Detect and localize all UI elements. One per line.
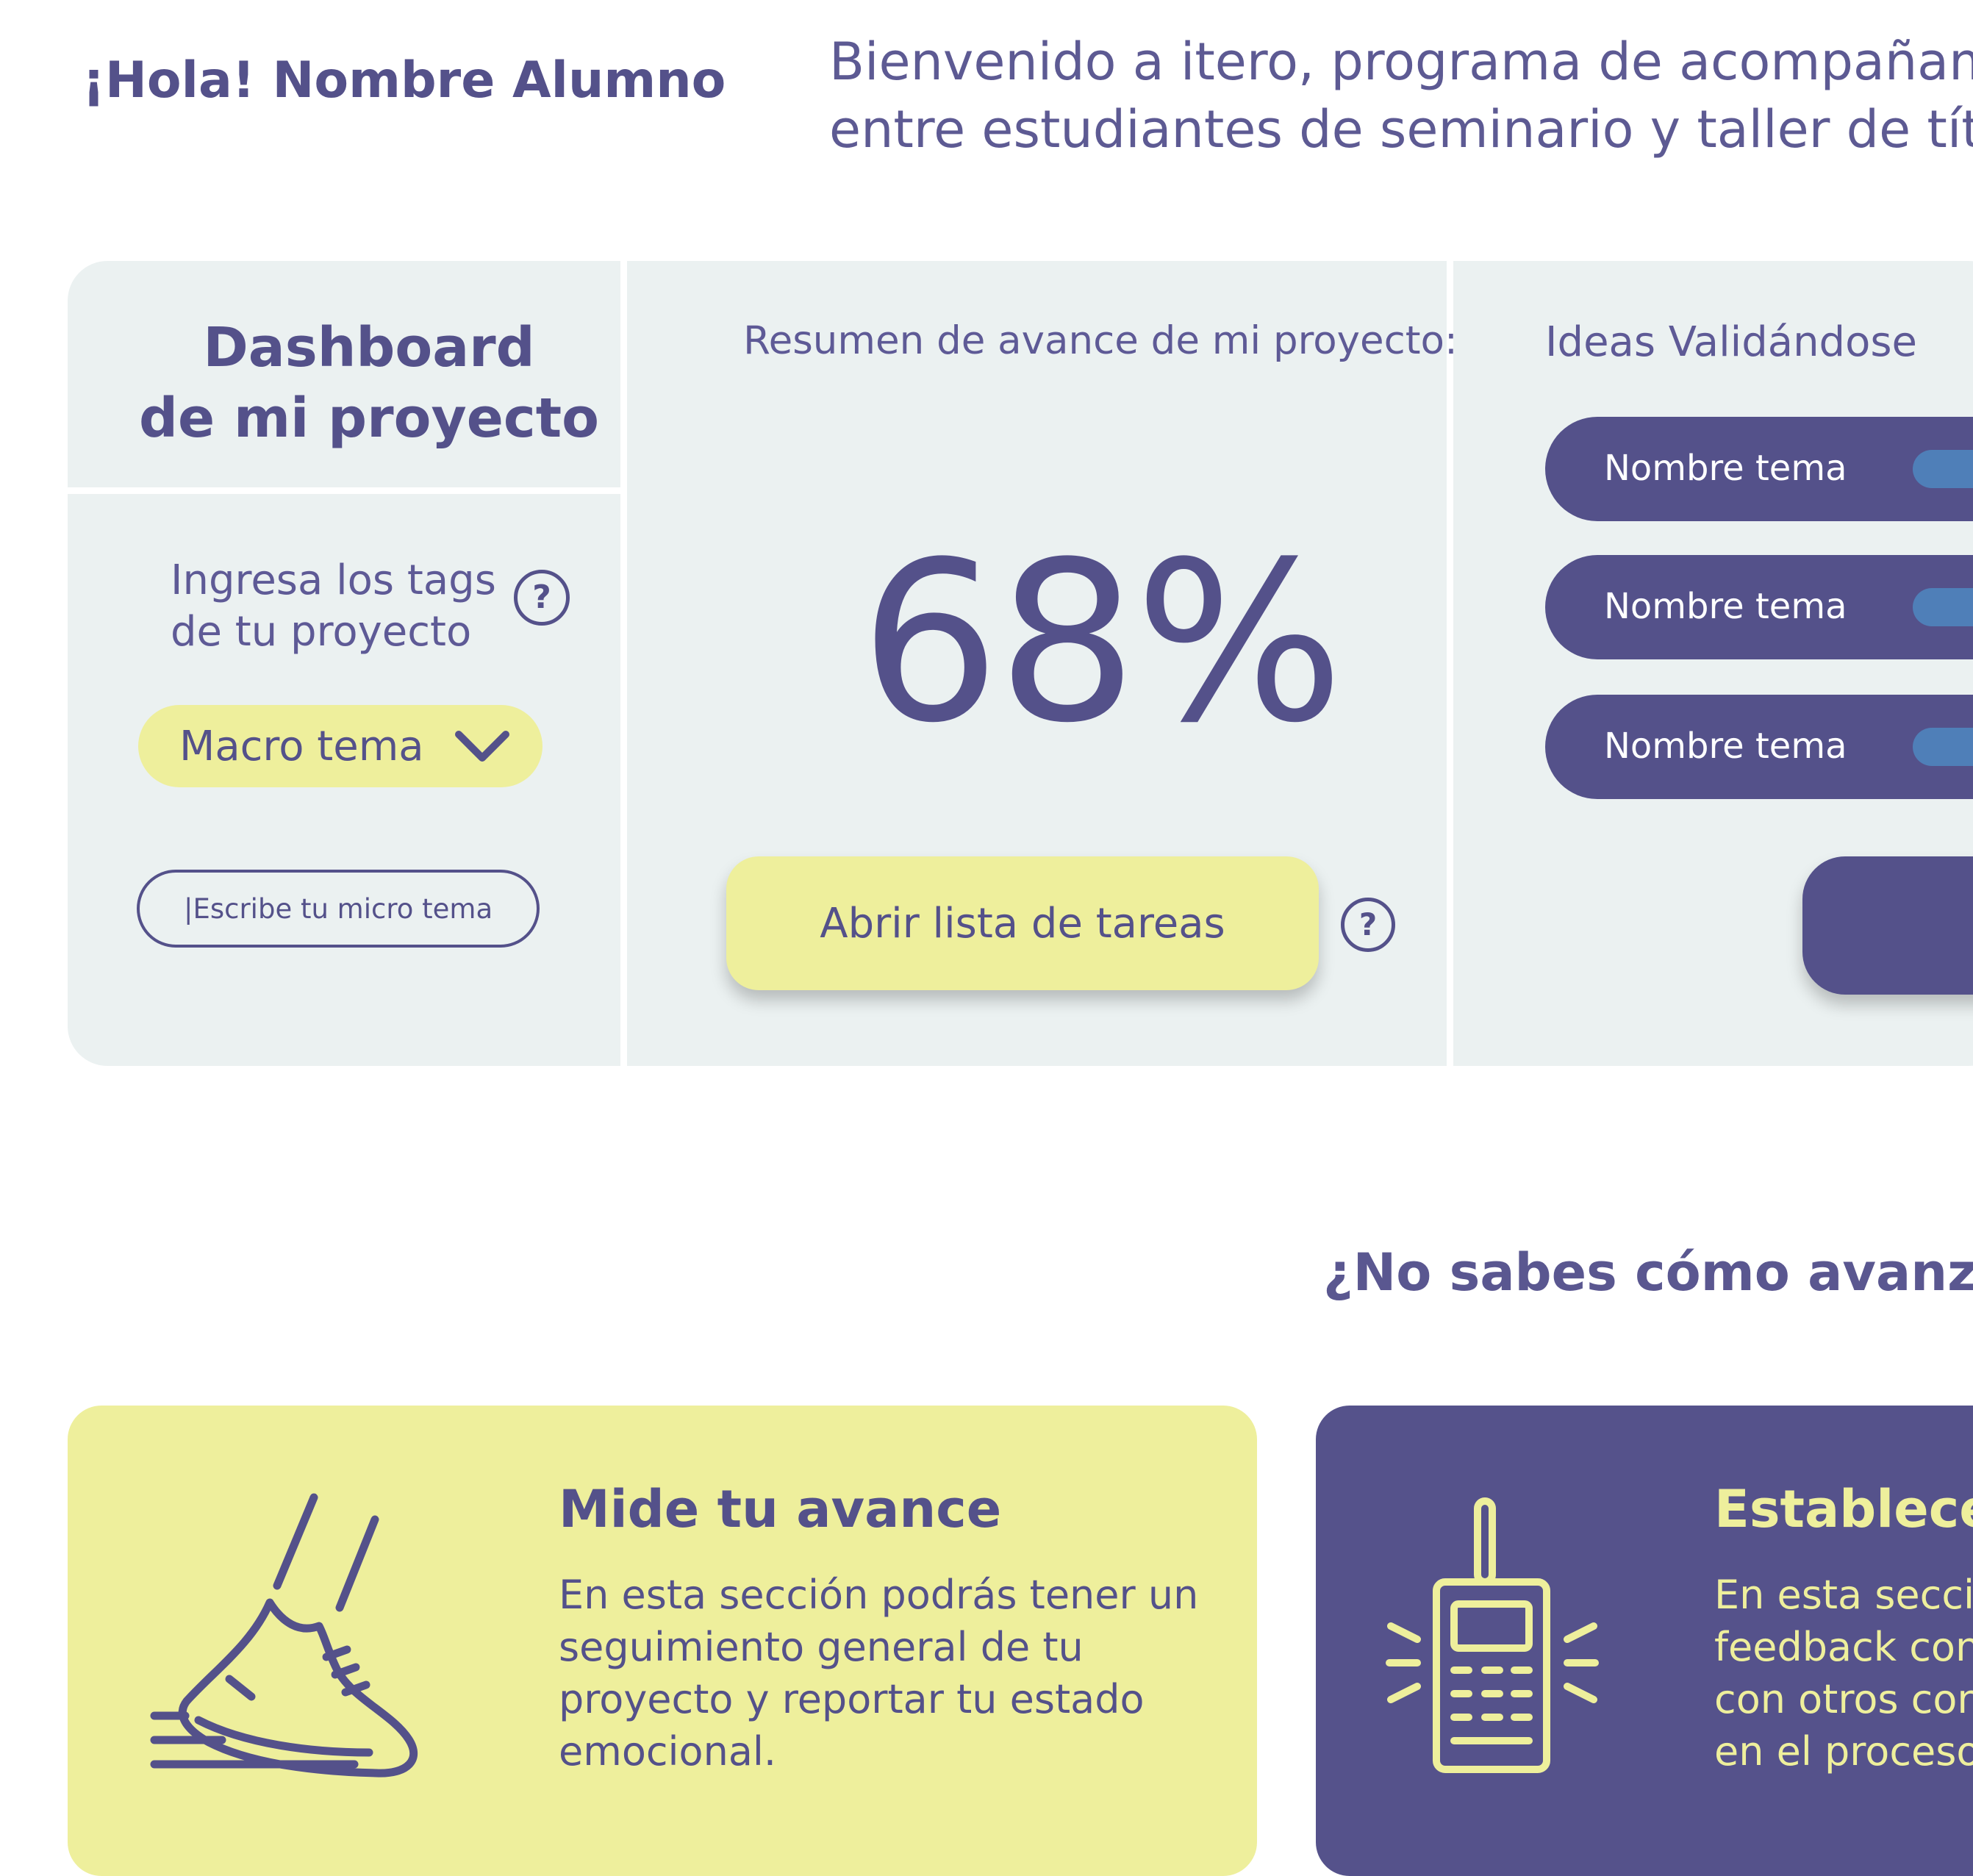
column-divider bbox=[620, 261, 627, 1066]
tags-label-line-2: de tu proyecto bbox=[171, 608, 472, 656]
progress-summary-title: Resumen de avance de mi proyecto: bbox=[743, 318, 1458, 363]
welcome-line-1: Bienvenido a itero, programa de acompaña… bbox=[829, 32, 1973, 92]
micro-topic-input[interactable] bbox=[137, 870, 540, 948]
idea-name: Nombre tema bbox=[1604, 726, 1847, 767]
idea-toggle[interactable] bbox=[1913, 588, 1973, 626]
establish-text-line: feedback con bbox=[1714, 1624, 1973, 1670]
idea-name: Nombre tema bbox=[1604, 448, 1847, 489]
establish-text-line: En esta secci bbox=[1714, 1572, 1973, 1618]
measure-progress-card[interactable]: Mide tu avance En esta sección podrás te… bbox=[68, 1406, 1257, 1876]
idea-row[interactable]: Nombre tema bbox=[1545, 555, 1973, 659]
tags-help-icon[interactable]: ? bbox=[514, 570, 570, 626]
idea-name: Nombre tema bbox=[1604, 586, 1847, 627]
running-shoe-icon bbox=[150, 1493, 418, 1777]
measure-text-line: En esta sección podrás tener un bbox=[559, 1572, 1199, 1618]
greeting-heading: ¡Hola! Nombre Alumno bbox=[82, 51, 726, 110]
macro-topic-dropdown[interactable]: Macro tema bbox=[138, 705, 543, 787]
measure-text-line: seguimiento general de tu bbox=[559, 1624, 1084, 1670]
welcome-message: Bienvenido a itero, programa de acompaña… bbox=[829, 28, 1973, 163]
measure-text-line: proyecto y reportar tu estado bbox=[559, 1676, 1145, 1722]
establish-card-description: En esta secci feedback con con otros con… bbox=[1714, 1569, 1973, 1777]
measure-card-description: En esta sección podrás tener un seguimie… bbox=[559, 1569, 1198, 1777]
establish-card-title: Establece bbox=[1714, 1479, 1973, 1539]
dashboard-title-line-2: de mi proyecto bbox=[139, 387, 599, 450]
validating-ideas-title: Ideas Validándose bbox=[1545, 318, 1917, 366]
establish-text-line: en el proceso bbox=[1714, 1728, 1973, 1775]
tasks-help-icon[interactable]: ? bbox=[1341, 898, 1395, 952]
row-divider bbox=[68, 487, 620, 494]
open-task-list-button[interactable]: Abrir lista de tareas bbox=[726, 856, 1319, 990]
idea-row[interactable]: Nombre tema bbox=[1545, 695, 1973, 799]
idea-toggle[interactable] bbox=[1913, 728, 1973, 766]
welcome-line-2: entre estudiantes de seminario y taller … bbox=[829, 99, 1973, 160]
ideas-action-button[interactable] bbox=[1802, 856, 1973, 995]
dashboard-title: Dashboard de mi proyecto bbox=[134, 312, 604, 454]
idea-toggle[interactable] bbox=[1913, 450, 1973, 488]
progress-percentage: 68% bbox=[859, 515, 1344, 771]
tags-label-line-1: Ingresa los tags bbox=[171, 556, 496, 604]
tags-label: Ingresa los tags de tu proyecto bbox=[171, 555, 496, 658]
establish-feedback-card[interactable]: Establece En esta secci feedback con con… bbox=[1316, 1406, 1973, 1876]
walkie-talkie-icon bbox=[1386, 1497, 1599, 1773]
establish-text-line: con otros con bbox=[1714, 1676, 1973, 1722]
project-dashboard-card: Dashboard de mi proyecto Ingresa los tag… bbox=[68, 261, 1973, 1066]
dashboard-title-line-1: Dashboard bbox=[203, 316, 535, 379]
measure-text-line: emocional. bbox=[559, 1728, 777, 1775]
chevron-down-icon bbox=[455, 731, 509, 762]
help-question-heading: ¿No sabes cómo avanzar bbox=[1323, 1242, 1973, 1303]
measure-card-title: Mide tu avance bbox=[559, 1479, 1002, 1539]
idea-row[interactable]: Nombre tema bbox=[1545, 417, 1973, 521]
macro-topic-value: Macro tema bbox=[179, 723, 424, 770]
